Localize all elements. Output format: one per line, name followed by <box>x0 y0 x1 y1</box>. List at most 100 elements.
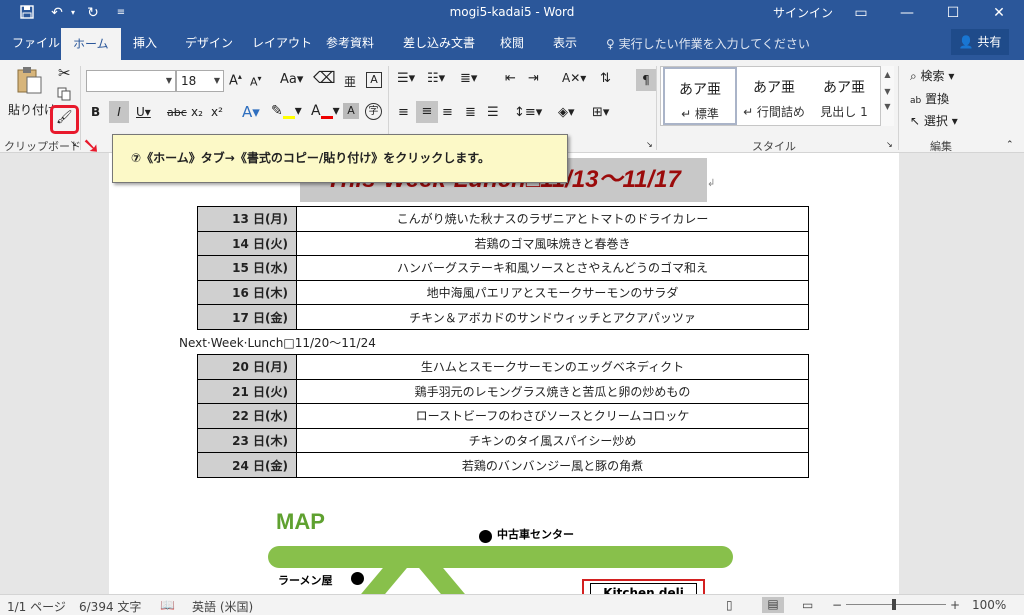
day-cell[interactable]: 20 日(月) <box>197 354 297 380</box>
zoom-level[interactable]: 100% <box>972 598 1006 612</box>
numbering-icon[interactable]: ☷▾ <box>427 71 445 86</box>
day-cell[interactable]: 17 日(金) <box>197 304 297 330</box>
word-count[interactable]: 6/394 文字 <box>79 598 141 615</box>
align-center-icon[interactable]: ≡ <box>416 101 438 123</box>
dish-cell[interactable]: チキンのタイ風スパイシー炒め <box>296 427 809 454</box>
find-button[interactable]: ⌕ 検索 ▾ <box>910 67 954 84</box>
grow-font-icon[interactable]: A▴ <box>229 72 242 88</box>
tab-insert[interactable]: 挿入 <box>133 34 157 51</box>
dish-cell[interactable]: 鶏手羽元のレモングラス焼きと苦瓜と卵の炒めもの <box>296 378 809 405</box>
day-cell[interactable]: 13 日(月) <box>197 206 297 232</box>
signin-link[interactable]: サインイン <box>773 4 833 21</box>
copy-icon[interactable] <box>56 86 72 105</box>
scroll-down-icon[interactable]: ▼ <box>881 87 894 96</box>
close-icon[interactable]: ✕ <box>976 0 1022 26</box>
web-layout-icon[interactable]: ▭ <box>802 598 813 612</box>
decrease-indent-icon[interactable]: ⇤ <box>505 71 516 86</box>
subscript-icon[interactable]: x₂ <box>191 105 203 119</box>
zoom-slider[interactable] <box>846 604 946 605</box>
paste-icon[interactable] <box>14 66 44 99</box>
collapse-ribbon-icon[interactable]: ⌃ <box>1006 140 1014 150</box>
day-cell[interactable]: 23 日(木) <box>197 427 297 454</box>
tab-layout[interactable]: レイアウト <box>252 34 312 51</box>
dish-cell[interactable]: 若鶏のゴマ風味焼きと春巻き <box>296 230 809 257</box>
tab-design[interactable]: デザイン <box>185 34 233 51</box>
day-cell[interactable]: 22 日(水) <box>197 403 297 429</box>
minimize-icon[interactable]: — <box>884 0 930 26</box>
day-cell[interactable]: 16 日(木) <box>197 279 297 306</box>
replace-button[interactable]: ab 置換 <box>910 90 949 107</box>
dish-cell[interactable]: ローストビーフのわさびソースとクリームコロッケ <box>296 403 809 429</box>
tab-review[interactable]: 校閲 <box>500 34 524 51</box>
line-spacing-icon[interactable]: ↕≡▾ <box>514 105 542 120</box>
bold-icon[interactable]: B <box>91 105 100 119</box>
styles-scroll[interactable]: ▲ ▼ ▼ <box>880 66 894 126</box>
font-name-combo[interactable]: ▼ <box>86 70 176 92</box>
clipboard-launcher-icon[interactable]: ↘ <box>70 139 77 148</box>
italic-icon[interactable]: I <box>109 101 129 123</box>
scroll-up-icon[interactable]: ▲ <box>881 70 894 79</box>
dish-cell[interactable]: チキン＆アボカドのサンドウィッチとアクアパッツァ <box>296 304 809 330</box>
paste-button[interactable]: 貼り付け <box>8 101 56 118</box>
read-mode-icon[interactable]: ▯ <box>726 598 733 612</box>
zoom-in-icon[interactable]: + <box>950 598 960 612</box>
underline-icon[interactable]: U▾ <box>136 105 151 119</box>
day-cell[interactable]: 15 日(水) <box>197 255 297 281</box>
cut-icon[interactable]: ✂ <box>58 64 71 82</box>
day-cell[interactable]: 24 日(金) <box>197 452 297 478</box>
dish-cell[interactable]: 生ハムとスモークサーモンのエッグベネディクト <box>296 354 809 380</box>
text-effects-icon[interactable]: A▾ <box>242 103 260 121</box>
dish-cell[interactable]: 地中海風パエリアとスモークサーモンのサラダ <box>296 279 809 306</box>
text-direction-icon[interactable]: A✕▾ <box>562 71 586 85</box>
style-normal[interactable]: あア亜 ↵ 標準 <box>663 67 737 125</box>
next-week-heading[interactable]: Next·Week·Lunch□11/20～11/24 <box>179 334 376 351</box>
tell-me-box[interactable]: ♀ 実行したい作業を入力してください <box>606 35 810 52</box>
justify-icon[interactable]: ≣ <box>465 105 476 120</box>
this-week-table[interactable]: 13 日(月) こんがり焼いた秋ナスのラザニアとトマトのドライカレー 14 日(火… <box>197 206 809 330</box>
tab-references[interactable]: 参考資料 <box>326 34 374 51</box>
tab-mailings[interactable]: 差し込み文書 <box>403 34 475 51</box>
paragraph-launcher-icon[interactable]: ↘ <box>646 140 653 149</box>
proofing-icon[interactable]: 📖 <box>160 598 175 612</box>
highlight-color-icon[interactable]: ✎ ▾ <box>271 103 302 119</box>
font-color-icon[interactable]: A ▾ <box>311 103 340 119</box>
tab-home[interactable]: ホーム <box>61 28 121 60</box>
dish-cell[interactable]: 若鶏のバンバンジー風と豚の角煮 <box>296 452 809 478</box>
show-marks-icon[interactable]: ¶ <box>636 69 656 91</box>
vertical-scrollbar[interactable] <box>1007 153 1024 594</box>
tab-file[interactable]: ファイル <box>12 34 60 51</box>
ribbon-display-icon[interactable]: ▭ <box>838 0 884 26</box>
change-case-icon[interactable]: Aa▾ <box>280 72 303 87</box>
align-left-icon[interactable]: ≡ <box>398 105 409 120</box>
day-cell[interactable]: 21 日(火) <box>197 378 297 405</box>
bullets-icon[interactable]: ☰▾ <box>397 71 415 86</box>
distributed-icon[interactable]: ☰ <box>487 105 499 120</box>
page-count[interactable]: 1/1 ページ <box>7 598 66 615</box>
enclose-char-icon[interactable]: A <box>366 72 382 88</box>
language[interactable]: 英語 (米国) <box>192 598 253 615</box>
superscript-icon[interactable]: x² <box>211 105 223 119</box>
sort-icon[interactable]: ⇅ <box>600 71 611 86</box>
shading-icon[interactable]: ◈▾ <box>558 105 575 120</box>
share-button[interactable]: 👤 共有 <box>951 29 1009 55</box>
maximize-icon[interactable]: ☐ <box>930 0 976 26</box>
zoom-out-icon[interactable]: − <box>832 598 842 612</box>
dish-cell[interactable]: こんがり焼いた秋ナスのラザニアとトマトのドライカレー <box>296 206 809 232</box>
font-size-combo[interactable]: 18 ▼ <box>176 70 224 92</box>
phonetic-guide-icon[interactable]: 亜 <box>344 73 356 90</box>
enclose-char-circle-icon[interactable]: 字 <box>365 103 382 120</box>
next-week-table[interactable]: 20 日(月) 生ハムとスモークサーモンのエッグベネディクト 21 日(火) 鶏手羽… <box>197 354 809 478</box>
day-cell[interactable]: 14 日(火) <box>197 230 297 257</box>
align-right-icon[interactable]: ≡ <box>442 105 453 120</box>
dish-cell[interactable]: ハンバーグステーキ和風ソースとさやえんどうのゴマ和え <box>296 255 809 281</box>
shrink-font-icon[interactable]: A▾ <box>250 74 262 89</box>
select-button[interactable]: ↖ 選択 ▾ <box>910 112 958 129</box>
print-layout-icon[interactable]: ▤ <box>762 597 784 613</box>
more-styles-icon[interactable]: ▼ <box>881 102 894 111</box>
styles-launcher-icon[interactable]: ↘ <box>886 140 893 149</box>
borders-icon[interactable]: ⊞▾ <box>592 105 609 120</box>
strikethrough-icon[interactable]: abc <box>167 106 187 119</box>
style-no-spacing[interactable]: あア亜 ↵ 行間詰め <box>737 67 811 125</box>
char-shading-icon[interactable]: A <box>343 103 359 119</box>
style-heading1[interactable]: あア亜 見出し 1 <box>807 67 881 125</box>
